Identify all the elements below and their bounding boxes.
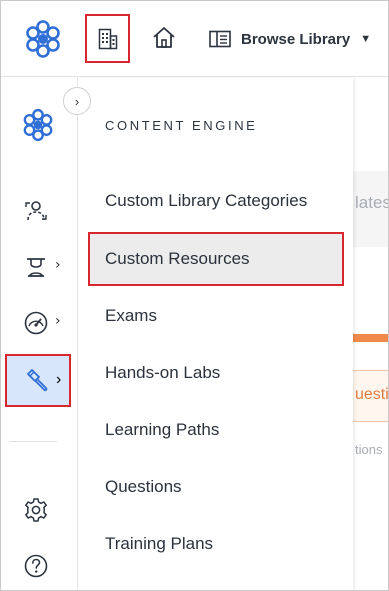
menu-item-custom-library-categories[interactable]: Custom Library Categories	[105, 185, 307, 217]
rail-item-content-engine[interactable]: ›	[5, 354, 71, 407]
chevron-right-icon: ›	[55, 257, 61, 273]
background-subtext-clip: tions	[353, 437, 388, 461]
building-button[interactable]	[85, 14, 130, 63]
dashboard-gauge-icon	[24, 311, 48, 335]
flower-logo-icon[interactable]	[23, 19, 63, 59]
expand-sidebar-toggle[interactable]: ›	[63, 87, 91, 115]
background-accent-bar	[353, 334, 388, 342]
gear-icon	[25, 498, 47, 522]
rail-item-help[interactable]	[1, 544, 78, 588]
chevron-right-icon: ›	[56, 371, 62, 388]
book-open-icon	[209, 30, 231, 48]
users-icon	[25, 201, 47, 221]
background-tab-text: uesti	[355, 386, 388, 403]
flower-logo-icon[interactable]	[21, 108, 55, 142]
rail-item-users[interactable]	[1, 189, 78, 233]
rail-item-dashboard[interactable]: ›	[1, 301, 78, 345]
building-icon	[98, 28, 118, 50]
top-bar: Browse Library ▼	[1, 1, 388, 77]
menu-item-exams[interactable]: Exams	[105, 300, 157, 332]
exam-icon	[27, 258, 45, 277]
menu-item-hands-on-labs[interactable]: Hands-on Labs	[105, 357, 220, 389]
app-window: Browse Library ▼ › › › › lates uesti tio…	[0, 0, 389, 591]
menu-item-label: Custom Resources	[105, 249, 250, 268]
help-icon	[24, 554, 48, 578]
background-text-clip: lates	[353, 171, 388, 247]
home-icon[interactable]	[151, 25, 177, 51]
paint-brush-icon	[27, 369, 48, 392]
menu-item-custom-resources[interactable]: Custom Resources	[88, 232, 344, 286]
menu-item-training-plans[interactable]: Training Plans	[105, 528, 213, 560]
chevron-right-icon: ›	[55, 313, 61, 329]
browse-library-menu[interactable]: Browse Library ▼	[209, 25, 371, 53]
menu-item-learning-paths[interactable]: Learning Paths	[105, 414, 219, 446]
background-text: lates	[355, 193, 388, 212]
background-tab-strip: uesti	[353, 370, 388, 422]
rail-divider	[9, 441, 57, 442]
chevron-right-icon: ›	[74, 93, 80, 109]
menu-item-questions[interactable]: Questions	[105, 471, 182, 503]
background-subtext: tions	[355, 442, 383, 457]
caret-down-icon: ▼	[360, 33, 372, 45]
content-engine-menu: CONTENT ENGINE Custom Library Categories…	[79, 78, 353, 590]
rail-item-exams[interactable]: ›	[1, 245, 78, 289]
browse-library-label: Browse Library	[241, 30, 351, 48]
menu-heading: CONTENT ENGINE	[105, 118, 258, 133]
rail-item-settings[interactable]	[1, 488, 78, 532]
